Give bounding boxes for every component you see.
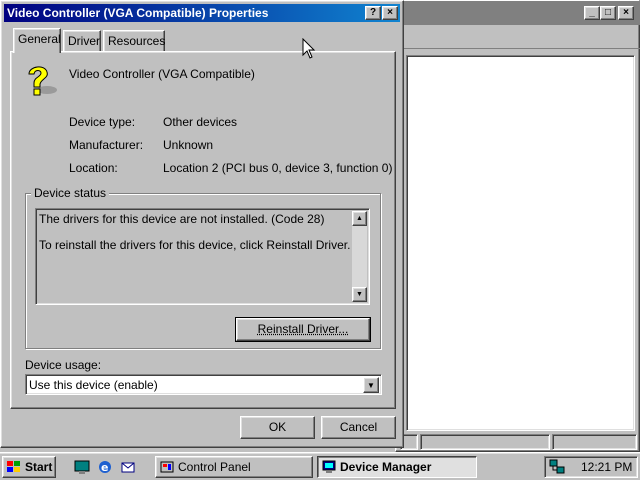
taskbar-item-control-panel[interactable]: Control Panel xyxy=(155,456,313,478)
task-label: Control Panel xyxy=(178,460,251,474)
device-usage-label: Device usage: xyxy=(25,358,101,372)
help-icon: ? xyxy=(370,8,376,18)
maximize-icon: □ xyxy=(605,8,611,18)
down-arrow-icon: ▼ xyxy=(356,291,363,298)
device-name: Video Controller (VGA Compatible) xyxy=(69,67,255,81)
dialog-title-bar[interactable]: Video Controller (VGA Compatible) Proper… xyxy=(4,4,400,22)
system-tray: 12:21 PM xyxy=(544,456,638,478)
device-manager-window: _ □ × xyxy=(395,0,640,452)
cancel-button[interactable]: Cancel xyxy=(321,416,396,439)
device-manager-toolbar xyxy=(396,27,640,49)
reinstall-driver-button[interactable]: Reinstall Driver... xyxy=(236,318,370,341)
scroll-up-button[interactable]: ▲ xyxy=(352,211,367,226)
manufacturer-label: Manufacturer: xyxy=(69,138,143,152)
outlook-express-icon[interactable] xyxy=(120,459,136,475)
internet-explorer-icon[interactable]: e xyxy=(97,459,113,475)
status-cell xyxy=(552,434,637,450)
start-button[interactable]: Start xyxy=(2,456,56,478)
close-icon: × xyxy=(387,8,393,18)
device-manager-icon xyxy=(322,460,336,474)
network-icon[interactable] xyxy=(549,459,565,475)
device-manager-title-bar[interactable]: _ □ × xyxy=(396,1,640,25)
button-label: Cancel xyxy=(340,420,377,434)
button-label: Reinstall Driver... xyxy=(258,322,349,336)
close-button[interactable]: × xyxy=(618,6,634,20)
taskbar: Start e Control Panel Device Manager 12:… xyxy=(0,452,640,480)
unknown-device-question-icon xyxy=(23,62,61,98)
start-label: Start xyxy=(25,460,52,474)
location-label: Location: xyxy=(69,161,118,175)
tab-label: General xyxy=(18,32,61,46)
taskbar-item-device-manager[interactable]: Device Manager xyxy=(317,456,477,478)
button-label: OK xyxy=(269,420,286,434)
status-line: The drivers for this device are not inst… xyxy=(39,212,324,226)
device-status-legend: Device status xyxy=(31,186,109,200)
device-status-textbox[interactable]: The drivers for this device are not inst… xyxy=(35,208,370,305)
up-arrow-icon: ▲ xyxy=(356,215,363,222)
properties-dialog: Video Controller (VGA Compatible) Proper… xyxy=(0,0,404,448)
close-icon: × xyxy=(623,8,629,18)
manufacturer-value: Unknown xyxy=(163,138,213,152)
show-desktop-icon[interactable] xyxy=(74,459,90,475)
windows-logo-icon xyxy=(7,461,21,473)
device-type-value: Other devices xyxy=(163,115,237,129)
scroll-down-button[interactable]: ▼ xyxy=(352,287,367,302)
status-cell xyxy=(420,434,550,450)
minimize-button[interactable]: _ xyxy=(584,6,600,20)
tab-label: Resources xyxy=(108,34,165,48)
tab-driver[interactable]: Driver xyxy=(63,30,101,52)
device-usage-select[interactable]: Use this device (enable) ▼ xyxy=(25,374,382,395)
device-manager-status-bar xyxy=(400,434,637,450)
device-usage-value: Use this device (enable) xyxy=(29,378,158,392)
help-button[interactable]: ? xyxy=(365,6,381,20)
status-scrollbar[interactable]: ▲ ▼ xyxy=(352,211,367,302)
dialog-close-button[interactable]: × xyxy=(382,6,398,20)
tab-general[interactable]: General xyxy=(13,28,61,53)
location-value: Location 2 (PCI bus 0, device 3, functio… xyxy=(163,161,392,175)
status-line: To reinstall the drivers for this device… xyxy=(39,238,350,252)
device-tree-pane[interactable] xyxy=(406,55,635,431)
chevron-down-icon[interactable]: ▼ xyxy=(363,377,379,393)
tab-label: Driver xyxy=(68,34,100,48)
minimize-icon: _ xyxy=(589,8,595,18)
clock[interactable]: 12:21 PM xyxy=(581,460,632,474)
maximize-button[interactable]: □ xyxy=(600,6,616,20)
svg-text:e: e xyxy=(101,461,108,474)
device-type-label: Device type: xyxy=(69,115,135,129)
control-panel-icon xyxy=(160,460,174,474)
mouse-pointer-icon xyxy=(302,38,316,60)
dialog-title: Video Controller (VGA Compatible) Proper… xyxy=(7,6,268,20)
tab-resources[interactable]: Resources xyxy=(103,30,165,52)
task-label: Device Manager xyxy=(340,460,431,474)
ok-button[interactable]: OK xyxy=(240,416,315,439)
